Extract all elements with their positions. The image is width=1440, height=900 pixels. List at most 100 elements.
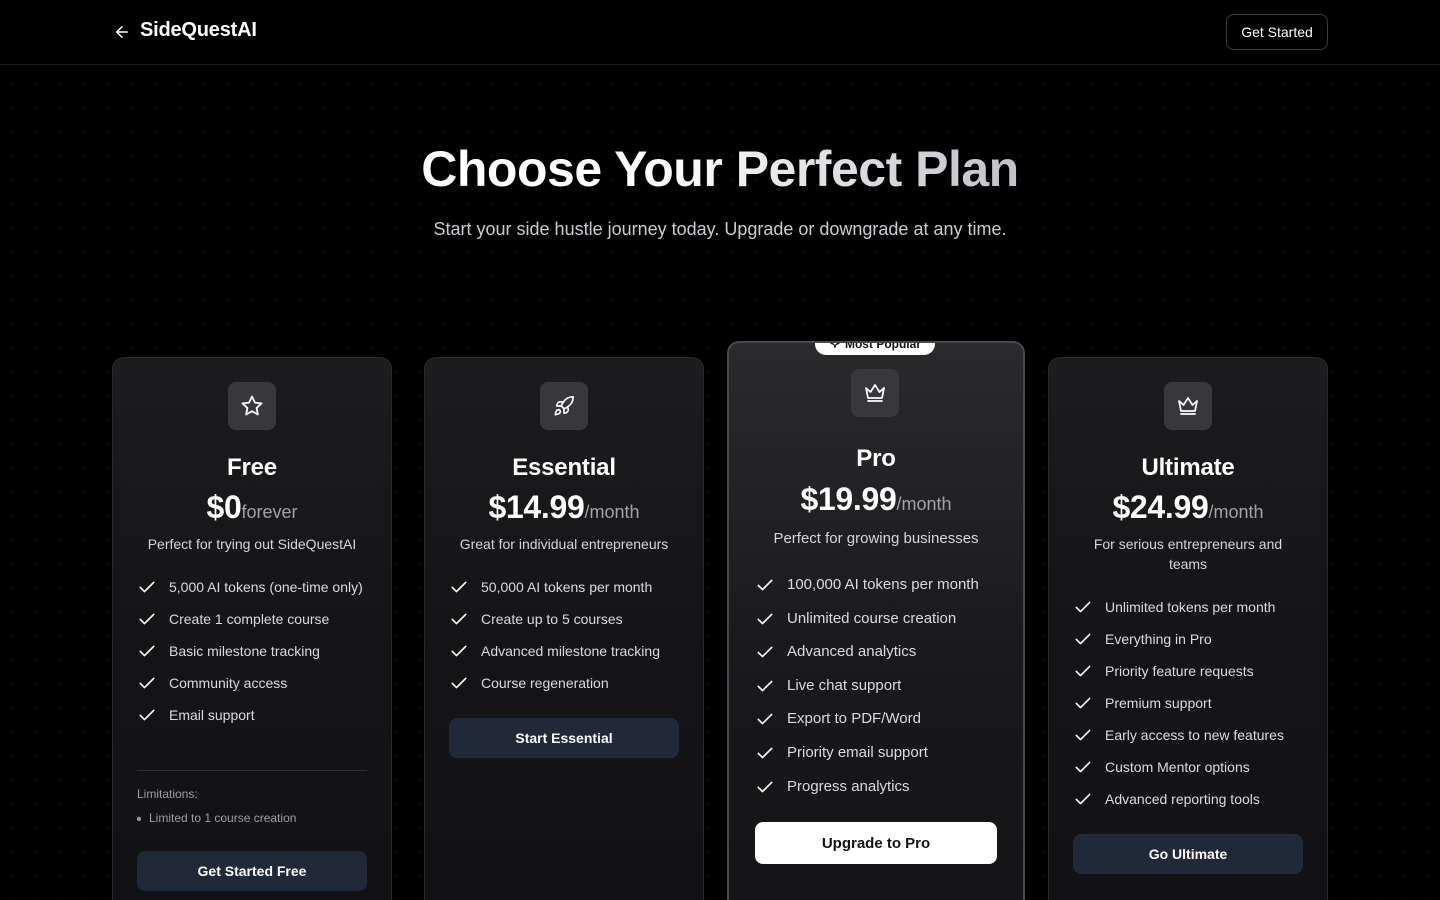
- feature-item: Unlimited tokens per month: [1073, 597, 1303, 617]
- feature-text: Early access to new features: [1105, 727, 1284, 743]
- feature-text: Export to PDF/Word: [787, 710, 921, 728]
- feature-item: Priority feature requests: [1073, 661, 1303, 681]
- plan-price-row: $19.99/month: [729, 481, 1023, 518]
- plan-price-row: $0forever: [113, 489, 391, 526]
- feature-text: Unlimited course creation: [787, 609, 957, 627]
- plan-card-pro: Most Popular Pro $19.99/month Perfect fo…: [727, 341, 1025, 900]
- limitation-item: Limited to 1 course creation: [137, 811, 296, 825]
- feature-item: Live chat support: [755, 676, 997, 696]
- feature-item: Premium support: [1073, 693, 1303, 713]
- plan-name: Essential: [512, 454, 616, 481]
- check-icon: [757, 579, 773, 591]
- sparkle-icon: [830, 343, 840, 349]
- feature-item: Early access to new features: [1073, 725, 1303, 745]
- check-icon: [451, 613, 467, 625]
- check-icon: [757, 747, 773, 759]
- plan-price: $14.99: [488, 489, 585, 525]
- feature-item: 100,000 AI tokens per month: [755, 575, 997, 595]
- feature-text: Email support: [169, 707, 255, 723]
- rocket-icon: [540, 382, 588, 430]
- plan-card-free: Free $0forever Perfect for trying out Si…: [112, 357, 392, 900]
- get-started-free-button[interactable]: Get Started Free: [137, 851, 367, 891]
- feature-text: Live chat support: [787, 676, 902, 694]
- check-icon: [1075, 761, 1091, 773]
- brand-name[interactable]: SideQuestAI: [140, 19, 257, 42]
- top-nav: SideQuestAI Get Started: [0, 0, 1440, 65]
- feature-text: Advanced analytics: [787, 643, 917, 661]
- check-icon: [757, 781, 773, 792]
- check-icon: [757, 713, 773, 725]
- feature-item: Course regeneration: [449, 673, 679, 693]
- check-icon: [1075, 665, 1091, 677]
- feature-text: Create 1 complete course: [169, 611, 330, 627]
- feature-text: 100,000 AI tokens per month: [787, 576, 979, 593]
- check-icon: [1075, 633, 1091, 645]
- go-ultimate-button[interactable]: Go Ultimate: [1073, 834, 1303, 874]
- plan-name: Free: [227, 454, 277, 481]
- plan-name: Pro: [856, 445, 896, 472]
- check-icon: [139, 677, 155, 689]
- check-icon: [451, 581, 467, 593]
- feature-text: Priority feature requests: [1105, 663, 1254, 679]
- badge-label: Most Popular: [844, 337, 921, 351]
- plan-price-row: $14.99/month: [425, 489, 703, 526]
- limitations-title: Limitations:: [137, 787, 198, 801]
- check-icon: [757, 613, 773, 625]
- feature-item: Community access: [137, 673, 367, 693]
- feature-list: 5,000 AI tokens (one-time only) Create 1…: [137, 577, 367, 725]
- start-essential-button[interactable]: Start Essential: [449, 718, 679, 758]
- feature-text: Progress analytics: [787, 777, 910, 795]
- feature-text: Community access: [169, 675, 288, 691]
- divider: [137, 770, 367, 771]
- feature-item: Create up to 5 courses: [449, 609, 679, 629]
- feature-item: Advanced analytics: [755, 642, 997, 662]
- page-title: Choose Your Perfect Plan: [0, 140, 1440, 198]
- plan-card-ultimate: Ultimate $24.99/month For serious entrep…: [1048, 357, 1328, 900]
- upgrade-to-pro-button[interactable]: Upgrade to Pro: [755, 822, 997, 864]
- feature-item: Progress analytics: [755, 777, 997, 797]
- feature-text: Course regeneration: [481, 675, 609, 691]
- feature-item: 5,000 AI tokens (one-time only): [137, 577, 367, 597]
- check-icon: [451, 677, 467, 689]
- check-icon: [757, 680, 773, 692]
- feature-item: Create 1 complete course: [137, 609, 367, 629]
- plan-description: Perfect for growing businesses: [773, 530, 979, 547]
- feature-text: 5,000 AI tokens (one-time only): [169, 579, 363, 595]
- feature-text: Custom Mentor options: [1105, 759, 1250, 775]
- feature-text: Advanced reporting tools: [1105, 791, 1260, 807]
- star-icon: [228, 382, 276, 430]
- plan-name: Ultimate: [1141, 454, 1235, 481]
- check-icon: [1075, 793, 1091, 805]
- plan-price: $0: [206, 489, 242, 525]
- feature-text: Basic milestone tracking: [169, 643, 320, 659]
- feature-list: 50,000 AI tokens per month Create up to …: [449, 577, 679, 693]
- crown-icon: [851, 369, 899, 417]
- plan-description: For serious entrepreneurs and teams: [1093, 536, 1283, 572]
- feature-item: Everything in Pro: [1073, 629, 1303, 649]
- feature-text: Advanced milestone tracking: [481, 643, 660, 659]
- feature-list: Unlimited tokens per month Everything in…: [1073, 597, 1303, 809]
- feature-item: 50,000 AI tokens per month: [449, 577, 679, 597]
- feature-item: Advanced milestone tracking: [449, 641, 679, 661]
- feature-text: Everything in Pro: [1105, 631, 1212, 647]
- feature-item: Export to PDF/Word: [755, 709, 997, 729]
- feature-item: Advanced reporting tools: [1073, 789, 1303, 809]
- get-started-button[interactable]: Get Started: [1226, 14, 1328, 50]
- back-arrow-icon[interactable]: [110, 20, 134, 44]
- check-icon: [757, 646, 773, 658]
- check-icon: [139, 613, 155, 625]
- feature-text: Premium support: [1105, 695, 1212, 711]
- plan-price-row: $24.99/month: [1049, 489, 1327, 526]
- feature-text: Create up to 5 courses: [481, 611, 623, 627]
- check-icon: [1075, 729, 1091, 741]
- plan-period: forever: [241, 502, 298, 522]
- check-icon: [139, 709, 155, 721]
- feature-item: Email support: [137, 705, 367, 725]
- check-icon: [1075, 601, 1091, 613]
- plan-period: /month: [896, 494, 952, 514]
- feature-list: 100,000 AI tokens per month Unlimited co…: [755, 575, 997, 797]
- feature-item: Basic milestone tracking: [137, 641, 367, 661]
- plan-card-essential: Essential $14.99/month Great for individ…: [424, 357, 704, 900]
- page-subtitle: Start your side hustle journey today. Up…: [433, 219, 1007, 239]
- plan-price: $24.99: [1112, 489, 1209, 525]
